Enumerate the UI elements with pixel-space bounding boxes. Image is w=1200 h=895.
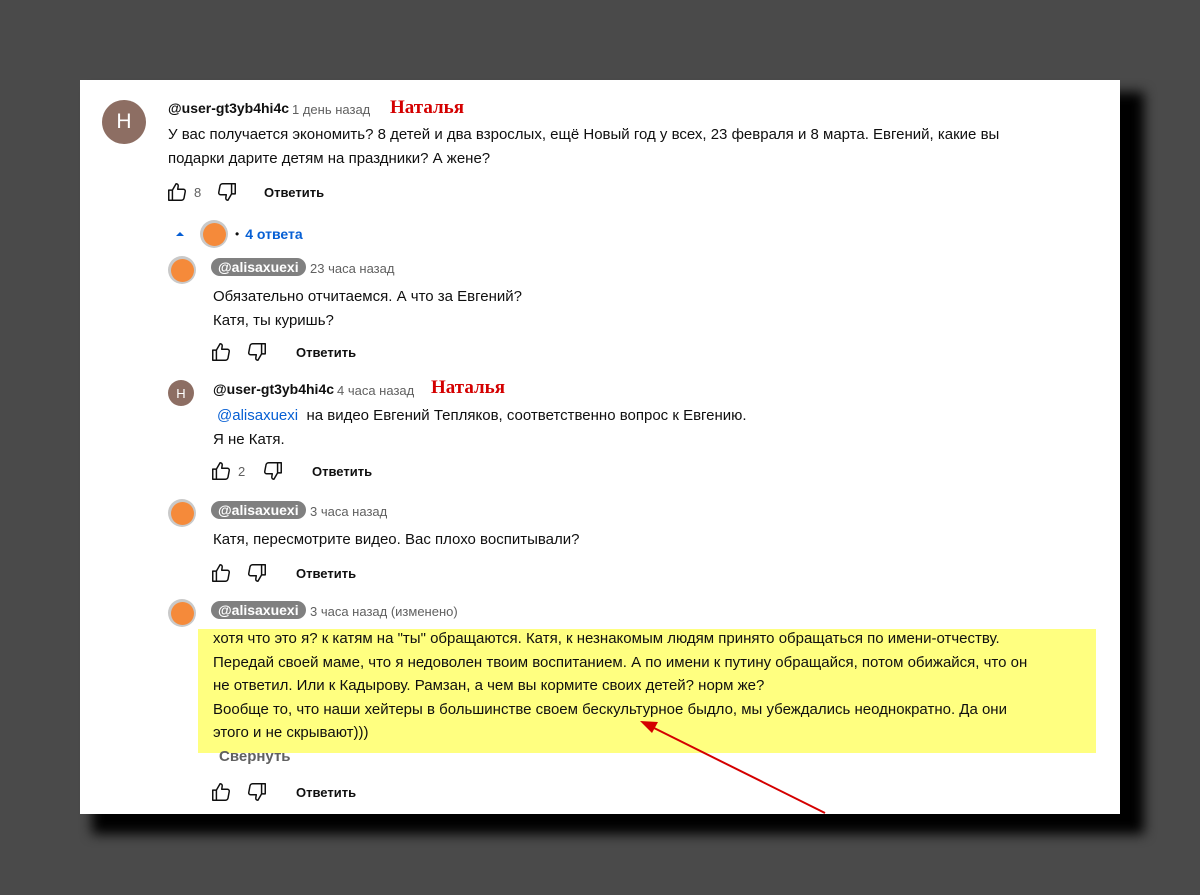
comments-panel: H @user-gt3yb4hi4c 1 день назад Наталья … <box>80 80 1120 814</box>
red-arrow-annotation <box>640 721 826 814</box>
arrow-head <box>640 721 658 733</box>
arrow-line <box>649 725 826 814</box>
